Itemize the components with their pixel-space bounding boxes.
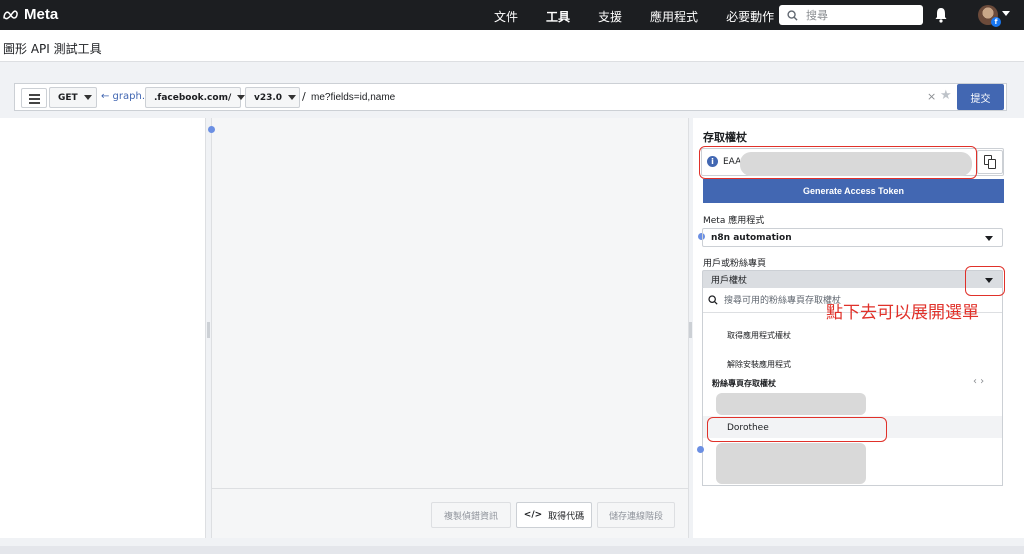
dropdown-search-placeholder: 搜尋可用的粉絲專頁存取權杖 <box>724 296 842 306</box>
submit-button[interactable]: 提交 <box>957 84 1004 110</box>
menu-item-uninstall-app[interactable]: 解除安裝應用程式 <box>727 359 791 370</box>
copy-debug-button[interactable]: 複製偵錯資訊 <box>431 502 511 528</box>
menu-group-label: 粉絲專頁存取權杖 <box>712 379 776 388</box>
get-code-button[interactable]: </> 取得代碼 <box>516 502 592 528</box>
version-value: v23.0 <box>254 92 283 103</box>
hamburger-line <box>29 102 40 104</box>
top-navigation-bar: Meta 文件 工具 支援 應用程式 必要動作 搜尋 f <box>0 0 1024 30</box>
user-page-select[interactable]: 用戶權杖 <box>702 270 1003 289</box>
brand-name: Meta <box>24 6 59 23</box>
save-session-button[interactable]: 儲存連線階段 <box>597 502 675 528</box>
get-code-label: 取得代碼 <box>548 511 585 522</box>
resize-handle[interactable] <box>207 322 210 338</box>
top-nav: 文件 工具 支援 應用程式 必要動作 <box>494 8 802 25</box>
status-dot <box>208 126 215 133</box>
meta-logo[interactable]: Meta <box>2 6 58 23</box>
section-title: 存取權杖 <box>703 131 747 144</box>
dropdown-search-input[interactable]: 搜尋可用的粉絲專頁存取權杖 <box>708 293 841 306</box>
page-header: 圖形 API 測試工具 <box>0 30 1024 62</box>
annotation-box <box>699 146 977 179</box>
query-bar: GET ← graph. .facebook.com/ v23.0 / × ★ <box>14 83 1007 111</box>
search-icon <box>708 294 718 305</box>
star-icon[interactable]: ★ <box>940 88 952 103</box>
annotation-box <box>707 417 887 442</box>
nav-docs[interactable]: 文件 <box>494 8 518 25</box>
clear-icon[interactable]: × <box>927 90 936 103</box>
annotation-box <box>965 266 1005 296</box>
page-title: 圖形 API 測試工具 <box>3 42 102 56</box>
graph-link[interactable]: ← graph. <box>101 91 145 102</box>
method-value: GET <box>58 92 78 103</box>
path-separator: / <box>302 90 306 103</box>
nav-required-actions[interactable]: 必要動作 <box>726 8 774 25</box>
path-input[interactable] <box>311 88 911 107</box>
search-placeholder: 搜尋 <box>806 9 828 22</box>
avatar[interactable]: f <box>978 5 1001 27</box>
method-select[interactable]: GET <box>49 87 97 108</box>
chevron-down-icon[interactable] <box>1002 11 1010 16</box>
code-icon: </> <box>523 510 543 520</box>
app-label: Meta 應用程式 <box>703 216 765 226</box>
copy-button[interactable] <box>977 150 1003 174</box>
nav-support[interactable]: 支援 <box>598 8 622 25</box>
bottom-bar <box>0 546 1024 554</box>
domain-select[interactable]: .facebook.com/ <box>145 87 246 108</box>
field-explorer-panel <box>0 118 206 538</box>
resize-handle[interactable] <box>689 322 692 338</box>
facebook-badge-icon: f <box>991 17 1001 27</box>
redacted-page-item[interactable] <box>716 393 866 415</box>
menu-button[interactable] <box>21 88 47 108</box>
status-dot <box>697 446 704 453</box>
nav-apps[interactable]: 應用程式 <box>650 8 698 25</box>
version-select[interactable]: v23.0 <box>245 87 300 108</box>
hamburger-line <box>29 98 40 100</box>
chevron-down-icon <box>288 95 297 100</box>
nav-tools[interactable]: 工具 <box>546 8 570 25</box>
user-page-label: 用戶或粉絲專頁 <box>703 259 767 269</box>
app-select[interactable]: n8n automation <box>702 228 1003 247</box>
bell-icon[interactable] <box>934 7 948 23</box>
app-value: n8n automation <box>711 232 792 243</box>
domain-value: .facebook.com/ <box>154 92 232 103</box>
response-actions: 複製偵錯資訊 </> 取得代碼 儲存連線階段 <box>212 488 688 538</box>
chevron-down-icon <box>83 95 92 100</box>
response-panel: 複製偵錯資訊 </> 取得代碼 儲存連線階段 <box>208 118 689 538</box>
search-input[interactable]: 搜尋 <box>779 5 923 25</box>
annotation-text: 點下去可以展開選單 <box>826 303 979 323</box>
pager-arrows[interactable]: ‹ › <box>973 376 984 387</box>
search-icon <box>787 9 798 21</box>
meta-infinity-icon <box>3 9 18 19</box>
generate-token-button[interactable]: Generate Access Token <box>703 179 1004 203</box>
chevron-down-icon <box>985 236 993 241</box>
redacted-page-item[interactable] <box>716 443 866 484</box>
menu-item-get-app-token[interactable]: 取得應用程式權杖 <box>727 330 791 341</box>
user-page-value: 用戶權杖 <box>711 276 748 286</box>
hamburger-line <box>29 94 40 96</box>
copy-icon <box>988 159 996 169</box>
